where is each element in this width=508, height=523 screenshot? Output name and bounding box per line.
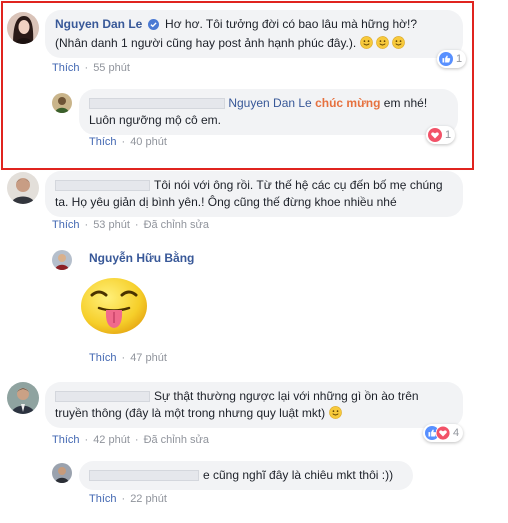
like-link[interactable]: Thích (52, 434, 80, 446)
reply-bubble: Nguyen Dan Le chúc mừng em nhé! Luôn ngư… (79, 89, 458, 135)
timestamp[interactable]: 40 phút (130, 136, 167, 148)
reply-text: em nhé! (383, 96, 428, 110)
like-link[interactable]: Thích (89, 136, 117, 148)
avatar[interactable] (52, 93, 72, 113)
avatar[interactable] (7, 382, 39, 414)
edited-label[interactable]: Đã chỉnh sửa (144, 434, 209, 446)
comment-bubble: Sự thật thường ngược lại với những gì ồn… (45, 382, 463, 428)
avatar[interactable] (52, 250, 72, 270)
love-reaction-icon (428, 128, 442, 142)
comment-bubble: Nguyen Dan Le Hơ hơ. Tôi tưởng đời có ba… (45, 10, 463, 58)
timestamp[interactable]: 42 phút (93, 434, 130, 446)
reply-meta: Thích · 22 phút (89, 493, 167, 505)
comment-author[interactable]: Nguyen Dan Le (55, 17, 142, 31)
reply-meta: Thích · 47 phút (89, 352, 167, 364)
like-reaction-icon (439, 52, 453, 66)
emoji-group (359, 36, 406, 50)
verified-badge-icon (147, 18, 159, 35)
reaction-summary[interactable]: 1 (437, 50, 467, 68)
comment-meta: Thích · 42 phút · Đã chỉnh sửa (52, 434, 210, 446)
redacted-name (55, 391, 150, 403)
reply-author[interactable]: Nguyễn Hữu Bằng (89, 251, 194, 265)
tongue-sticker-icon (79, 275, 149, 337)
reply-header: Nguyễn Hữu Bằng (89, 251, 194, 265)
reply-text: e cũng nghĩ đây là chiêu mkt thôi :)) (203, 468, 394, 482)
timestamp[interactable]: 55 phút (93, 62, 130, 74)
smile-emoji-icon (328, 406, 342, 419)
comment-bubble: Tôi nói với ông rồi. Từ thế hệ các cụ đế… (45, 171, 463, 217)
avatar[interactable] (52, 463, 72, 483)
timestamp[interactable]: 47 phút (130, 352, 167, 364)
comment-meta: Thích · 53 phút · Đã chỉnh sửa (52, 219, 210, 231)
grin-emoji-icon (359, 36, 373, 49)
timestamp[interactable]: 53 phút (93, 219, 130, 231)
avatar[interactable] (7, 12, 39, 44)
like-link[interactable]: Thích (52, 219, 80, 231)
reaction-count: 4 (453, 427, 460, 439)
like-link[interactable]: Thích (89, 352, 117, 364)
like-link[interactable]: Thích (89, 493, 117, 505)
reply-meta: Thích · 40 phút (89, 136, 167, 148)
reaction-count: 1 (445, 129, 452, 141)
edited-label[interactable]: Đã chỉnh sửa (144, 219, 209, 231)
avatar[interactable] (7, 172, 39, 204)
timestamp[interactable]: 22 phút (130, 493, 167, 505)
reaction-count: 1 (456, 53, 463, 65)
reply-bubble: e cũng nghĩ đây là chiêu mkt thôi :)) (79, 461, 413, 490)
like-link[interactable]: Thích (52, 62, 80, 74)
comment-meta: Thích · 55 phút (52, 62, 130, 74)
redacted-name (89, 470, 199, 482)
redacted-name (89, 98, 225, 110)
redacted-name (55, 180, 150, 192)
reaction-summary[interactable]: 4 (423, 424, 464, 442)
grin-emoji-icon (392, 36, 406, 49)
highlight-text: chúc mừng (315, 96, 381, 110)
mention-link[interactable]: Nguyen Dan Le (228, 96, 311, 110)
grin-emoji-icon (376, 36, 389, 49)
love-reaction-icon (436, 426, 450, 440)
reaction-summary[interactable]: 1 (426, 126, 456, 144)
reply-text-line2: Luôn ngưỡng mộ cô em. (89, 113, 221, 127)
